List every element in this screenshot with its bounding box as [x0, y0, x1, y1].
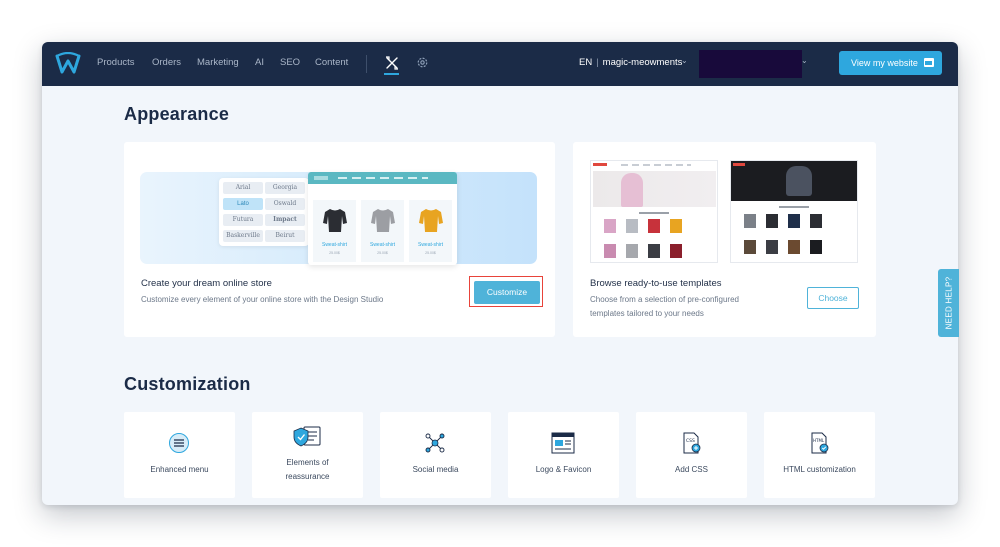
tile-social-media[interactable]: Social media — [380, 412, 491, 498]
nav-seo[interactable]: SEO — [280, 57, 300, 68]
view-my-website-label: View my website — [851, 58, 918, 68]
svg-text:CSS: CSS — [686, 438, 695, 444]
tile-label: Add CSS — [675, 465, 708, 474]
templates-card-description-line1: Choose from a selection of pre-configure… — [590, 295, 739, 304]
tile-label: Elements of — [286, 458, 329, 467]
network-icon — [425, 433, 445, 453]
store-name: magic-meowments — [602, 57, 683, 68]
language-label: EN — [579, 57, 593, 68]
sweatshirt-image — [419, 209, 443, 232]
customize-card-description: Customize every element of your online s… — [141, 295, 384, 304]
tile-label: Enhanced menu — [150, 465, 209, 474]
language-store-selector[interactable]: EN | magic-meowments — [579, 57, 682, 68]
tile-add-css[interactable]: CSS Add CSS — [636, 412, 747, 498]
font-option: Beirut — [265, 230, 305, 242]
design-studio-illustration: Arial Georgia Lato Oswald Futura Impact … — [140, 172, 537, 265]
customize-card-title: Create your dream online store — [141, 278, 272, 289]
tile-label: reassurance — [285, 472, 330, 481]
product-price: 25.00$ — [425, 251, 436, 255]
active-tab-indicator — [384, 73, 399, 75]
customization-title: Customization — [124, 374, 251, 394]
html-file-icon: HTML — [811, 432, 829, 454]
template-preview-light[interactable] — [590, 160, 718, 263]
product-card: Sweat-shirt 25.00$ — [313, 200, 356, 262]
templates-card: Browse ready-to-use templates Choose fro… — [573, 142, 876, 337]
choose-button[interactable]: Choose — [807, 287, 859, 309]
font-option: Georgia — [265, 182, 305, 194]
product-card: Sweat-shirt 25.00$ — [409, 200, 452, 262]
product-price: 25.00$ — [329, 251, 340, 255]
product-name: Sweat-shirt — [369, 242, 395, 248]
tile-elements-of-reassurance[interactable]: Elements of reassurance — [252, 412, 363, 498]
tile-label: HTML customization — [783, 465, 856, 474]
template-preview-dark[interactable] — [730, 160, 858, 263]
product-price: 25.00$ — [377, 251, 388, 255]
nav-divider — [366, 55, 367, 73]
product-name: Sweat-shirt — [417, 242, 443, 248]
font-option: Arial — [223, 182, 263, 194]
redacted-account-area — [699, 50, 802, 78]
nav-products[interactable]: Products — [97, 57, 135, 68]
tile-label: Logo & Favicon — [535, 465, 592, 474]
menu-icon — [169, 433, 189, 453]
font-picker-preview: Arial Georgia Lato Oswald Futura Impact … — [219, 178, 309, 246]
svg-text:HTML: HTML — [813, 438, 825, 443]
font-option-selected: Lato — [223, 198, 263, 210]
customize-card: Arial Georgia Lato Oswald Futura Impact … — [124, 142, 555, 337]
need-help-label: NEED HELP? — [944, 276, 953, 330]
sweatshirt-image — [323, 209, 347, 232]
templates-card-description-line2: templates tailored to your needs — [590, 309, 704, 318]
nav-orders[interactable]: Orders — [152, 57, 181, 68]
nav-ai[interactable]: AI — [255, 57, 264, 68]
highlight-box — [469, 276, 543, 307]
tile-html-customization[interactable]: HTML HTML customization — [764, 412, 875, 498]
product-card: Sweat-shirt 25.00$ — [361, 200, 404, 262]
font-option: Baskerville — [223, 230, 263, 242]
browser-window-icon — [924, 58, 934, 67]
browser-window-icon — [551, 432, 575, 454]
store-preview: Sweat-shirt 25.00$ Sweat-shirt 25.00$ Sw… — [308, 172, 457, 265]
store-preview-header — [308, 172, 457, 184]
font-option: Oswald — [265, 198, 305, 210]
tile-logo-favicon[interactable]: Logo & Favicon — [508, 412, 619, 498]
view-my-website-button[interactable]: View my website — [839, 51, 942, 75]
appearance-title: Appearance — [124, 104, 230, 124]
tile-enhanced-menu[interactable]: Enhanced menu — [124, 412, 235, 498]
nav-content[interactable]: Content — [315, 57, 348, 68]
nav-marketing[interactable]: Marketing — [197, 57, 239, 68]
css-file-icon: CSS — [683, 432, 701, 454]
font-option: Impact — [265, 214, 305, 226]
sweatshirt-image — [371, 209, 395, 232]
app-window: Products Orders Marketing AI SEO Content… — [42, 42, 958, 505]
chevron-down-icon[interactable]: ⌄ — [801, 56, 808, 65]
design-tools-icon[interactable] — [385, 56, 399, 70]
chevron-down-icon[interactable]: ⌄ — [681, 56, 688, 65]
need-help-tab[interactable]: NEED HELP? — [938, 269, 959, 337]
shield-check-icon — [293, 426, 321, 447]
font-option: Futura — [223, 214, 263, 226]
wizishop-logo-icon[interactable] — [55, 52, 81, 76]
product-name: Sweat-shirt — [321, 242, 347, 248]
top-navigation-bar: Products Orders Marketing AI SEO Content… — [42, 42, 958, 86]
templates-card-title: Browse ready-to-use templates — [590, 278, 722, 289]
tile-label: Social media — [412, 465, 459, 474]
gear-icon[interactable] — [416, 56, 429, 69]
